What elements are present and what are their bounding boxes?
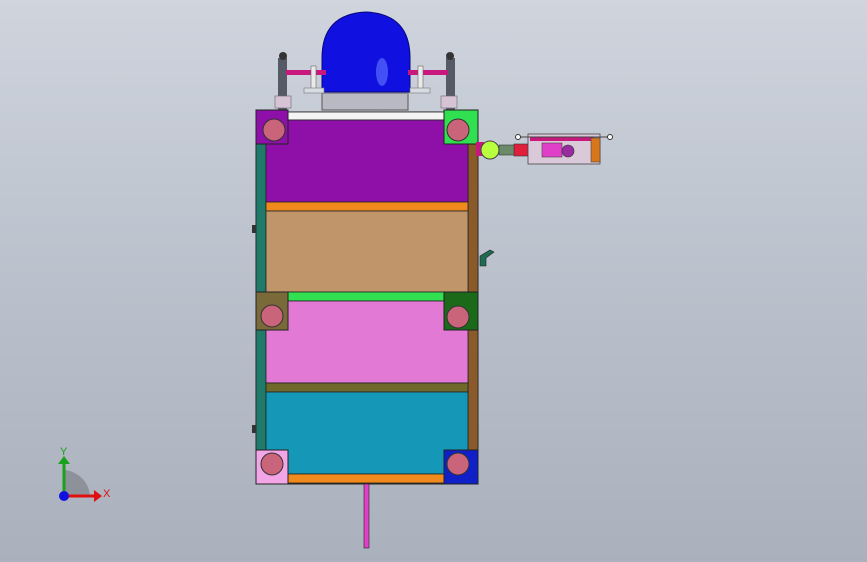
right-clamp-knob — [446, 52, 454, 60]
corner-block-bottom-left[interactable] — [255, 449, 289, 485]
triad-y-label: Y — [60, 446, 68, 458]
corner-bolt — [446, 118, 470, 142]
dome-cap — [321, 11, 411, 93]
coordinate-triad: Y X — [58, 446, 111, 502]
corner-block-top-left[interactable] — [255, 109, 289, 145]
corner-block-mid-right[interactable] — [443, 291, 479, 331]
cad-model-view[interactable]: Y X — [0, 0, 867, 562]
triad-z-axis — [59, 491, 69, 501]
bottom-rod — [363, 483, 370, 549]
actuator-ball-joint — [480, 140, 500, 160]
divider-orange-top — [265, 201, 469, 212]
left-clamp-base — [303, 87, 325, 94]
panel-teal[interactable] — [265, 391, 469, 475]
top-dome-assembly[interactable] — [321, 11, 411, 111]
corner-block-mid-left[interactable] — [255, 291, 289, 331]
panel-pink[interactable] — [265, 300, 469, 384]
left-clamp-arm — [286, 70, 326, 75]
right-clamp-base — [409, 87, 431, 94]
corner-bolt — [260, 304, 284, 328]
actuator-guide-end — [607, 134, 613, 140]
divider-orange-bottom — [287, 473, 445, 484]
left-rail-tab — [252, 425, 256, 433]
left-clamp-knob — [279, 52, 287, 60]
corner-block-top-right[interactable] — [443, 109, 479, 145]
actuator-coupler — [498, 144, 516, 156]
right-top-clamp[interactable] — [408, 52, 458, 110]
actuator-guide-end — [515, 134, 521, 140]
right-clamp-arm — [408, 70, 448, 75]
triad-x-arrow — [94, 490, 102, 502]
left-clamp-mount — [274, 95, 292, 109]
panel-purple[interactable] — [265, 119, 469, 203]
cad-viewport[interactable]: Y X — [0, 0, 867, 562]
right-clamp-mount — [440, 95, 458, 109]
actuator-endcap — [590, 137, 601, 163]
actuator-piston — [541, 142, 563, 158]
corner-bolt — [446, 305, 470, 329]
corner-block-bottom-right[interactable] — [443, 449, 479, 485]
side-bracket — [479, 249, 495, 267]
left-rail-tab — [252, 225, 256, 233]
corner-bolt — [260, 452, 284, 476]
triad-x-label: X — [103, 488, 111, 500]
corner-bolt — [446, 452, 470, 476]
divider-green — [287, 291, 445, 302]
actuator-port — [561, 144, 575, 158]
actuator-top-band — [530, 137, 594, 141]
triad-arc — [64, 470, 90, 496]
divider-olive — [265, 382, 469, 393]
dome-highlight — [376, 58, 388, 86]
left-top-clamp[interactable] — [274, 52, 326, 110]
frame-top-strip — [265, 111, 469, 121]
corner-bolt — [262, 118, 286, 142]
panel-tan[interactable] — [265, 210, 469, 293]
side-actuator-assembly[interactable] — [476, 133, 613, 165]
